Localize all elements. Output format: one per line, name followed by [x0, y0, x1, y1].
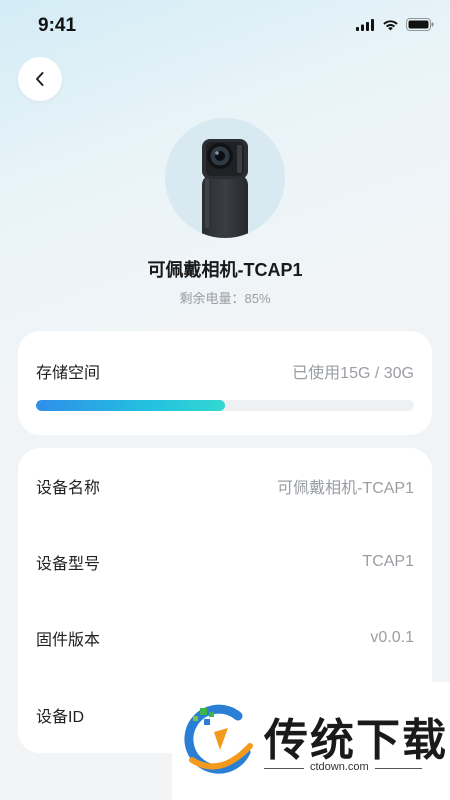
watermark: 传统下载 ctdown.com [172, 682, 450, 800]
wifi-icon [383, 19, 398, 30]
storage-progress-bar [36, 400, 414, 411]
storage-card: 存储空间 已使用15G / 30G [18, 331, 432, 435]
battery-icon [406, 18, 434, 31]
storage-progress-fill [36, 400, 225, 411]
battery-remaining: 剩余电量：85% [179, 291, 271, 306]
status-icons [356, 18, 434, 31]
info-value: 可佩戴相机-TCAP1 [277, 480, 414, 497]
storage-usage: 已使用15G / 30G [292, 365, 414, 382]
info-label: 设备型号 [36, 556, 101, 573]
info-row-device-name: 设备名称 可佩戴相机-TCAP1 [18, 448, 432, 524]
device-avatar [165, 118, 285, 238]
info-label: 固件版本 [36, 632, 101, 649]
info-row-firmware-version: 固件版本 v0.0.1 [18, 600, 432, 676]
back-button[interactable] [18, 57, 62, 101]
info-label: 设备名称 [36, 480, 101, 497]
status-bar: 9:41 [0, 0, 450, 52]
watermark-url: ctdown.com [304, 761, 375, 773]
cellular-signal-icon [356, 18, 374, 31]
status-time: 9:41 [38, 15, 77, 36]
info-value: v0.0.1 [370, 629, 414, 646]
info-row-device-model: 设备型号 TCAP1 [18, 524, 432, 600]
info-label: 设备ID [36, 709, 85, 726]
camera-device-icon [202, 139, 248, 238]
chevron-left-icon [36, 72, 44, 86]
device-name: 可佩戴相机-TCAP1 [147, 260, 303, 280]
watermark-title: 传统下载 [264, 715, 448, 766]
info-value: TCAP1 [362, 553, 414, 570]
storage-title: 存储空间 [36, 365, 101, 382]
watermark-logo-icon [184, 704, 253, 774]
